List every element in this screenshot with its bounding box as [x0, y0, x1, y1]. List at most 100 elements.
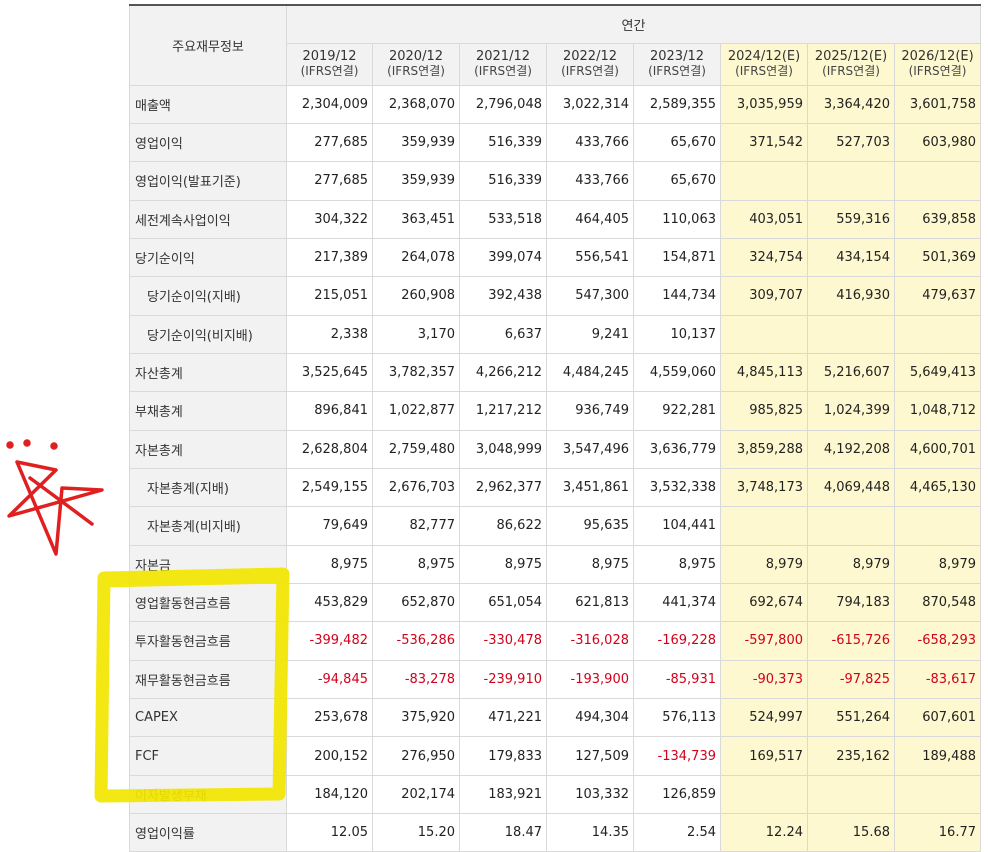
value-cell: -615,726 [807, 621, 895, 661]
value-cell: 1,024,399 [807, 391, 895, 431]
value-cell: -97,825 [807, 659, 895, 700]
value-cell: 86,622 [459, 506, 547, 546]
column-basis: (IFRS연결) [474, 64, 532, 78]
value-cell [807, 774, 895, 815]
value-cell: 3,782,357 [372, 352, 460, 393]
value-cell: 434,154 [807, 237, 895, 278]
value-cell: 692,674 [720, 582, 808, 623]
value-cell: 3,022,314 [546, 84, 634, 124]
value-cell: -83,617 [894, 659, 981, 700]
value-cell: 277,685 [286, 122, 373, 163]
value-cell: 375,920 [372, 697, 460, 738]
value-cell: 501,369 [894, 237, 981, 278]
row-label: 영업활동현금흐름 [129, 582, 287, 623]
value-cell: 551,264 [807, 697, 895, 738]
value-cell: 110,063 [633, 199, 721, 239]
value-cell: 200,152 [286, 736, 373, 776]
value-cell: -536,286 [372, 621, 460, 661]
value-cell: 359,939 [372, 161, 460, 201]
value-cell: 14.35 [546, 813, 634, 852]
value-cell: 179,833 [459, 736, 547, 776]
value-cell: 922,281 [633, 391, 721, 431]
value-cell: 15.68 [807, 813, 895, 852]
value-cell: 276,950 [372, 736, 460, 776]
metric-column-header: 주요재무정보 [129, 4, 287, 86]
value-cell: 3,035,959 [720, 84, 808, 124]
column-year: 2025/12(E) [814, 49, 888, 64]
table-row: 자본총계(비지배) 79,649 82,777 86,622 95,635 104,441 [129, 506, 981, 546]
value-cell: 471,221 [459, 697, 547, 738]
value-cell [807, 506, 895, 546]
value-cell: 3,532,338 [633, 467, 721, 508]
value-cell: 399,074 [459, 237, 547, 278]
value-cell: 65,670 [633, 122, 721, 163]
value-cell: 4,266,212 [459, 352, 547, 393]
value-cell: 2,549,155 [286, 467, 373, 508]
row-label: 자본총계(비지배) [129, 506, 287, 546]
value-cell: -169,228 [633, 621, 721, 661]
year-column-header: 2022/12 (IFRS연결) [546, 42, 634, 86]
column-year: 2023/12 [649, 49, 704, 64]
value-cell: 104,441 [633, 506, 721, 546]
row-label: 당기순이익 [129, 237, 287, 278]
value-cell: 4,600,701 [894, 429, 981, 469]
value-cell: 524,997 [720, 697, 808, 738]
annual-section-header: 연간 [286, 4, 981, 44]
value-cell: 556,541 [546, 237, 634, 278]
table-row: 매출액 2,304,009 2,368,070 2,796,048 3,022,314 2… [129, 84, 981, 124]
value-cell: 371,542 [720, 122, 808, 163]
value-cell: 433,766 [546, 122, 634, 163]
table-row: 투자활동현금흐름 -399,482 -536,286 -330,478 -316,028… [129, 621, 981, 661]
value-cell: 79,649 [286, 506, 373, 546]
value-cell: -193,900 [546, 659, 634, 700]
year-column-header: 2019/12 (IFRS연결) [286, 42, 373, 86]
value-cell: 82,777 [372, 506, 460, 546]
value-cell: 5,216,607 [807, 352, 895, 393]
row-label: FCF [129, 736, 287, 776]
value-cell: 527,703 [807, 122, 895, 163]
value-cell: 264,078 [372, 237, 460, 278]
row-label: 자산총계 [129, 352, 287, 393]
value-cell: 464,405 [546, 199, 634, 239]
value-cell [807, 314, 895, 354]
value-cell: 8,979 [720, 544, 808, 584]
value-cell: 479,637 [894, 276, 981, 316]
value-cell: 896,841 [286, 391, 373, 431]
value-cell: 533,518 [459, 199, 547, 239]
value-cell: 184,120 [286, 774, 373, 815]
value-cell: 453,829 [286, 582, 373, 623]
value-cell: 2,759,480 [372, 429, 460, 469]
year-column-header: 2021/12 (IFRS연결) [459, 42, 547, 86]
value-cell: 1,022,877 [372, 391, 460, 431]
value-cell: 3,636,779 [633, 429, 721, 469]
value-cell: 18.47 [459, 813, 547, 852]
value-cell: 516,339 [459, 122, 547, 163]
year-column-header: 2025/12(E) (IFRS연결) [807, 42, 895, 86]
value-cell: 103,332 [546, 774, 634, 815]
value-cell: 441,374 [633, 582, 721, 623]
value-cell: 5,649,413 [894, 352, 981, 393]
row-label: 자본총계(지배) [129, 467, 287, 508]
value-cell: 3,170 [372, 314, 460, 354]
value-cell: 363,451 [372, 199, 460, 239]
column-year: 2024/12(E) [727, 49, 801, 64]
value-cell: -239,910 [459, 659, 547, 700]
table-row: 세전계속사업이익 304,322 363,451 533,518 464,405 110,… [129, 199, 981, 239]
value-cell: 2,338 [286, 314, 373, 354]
row-label: 부채총계 [129, 391, 287, 431]
value-cell: 433,766 [546, 161, 634, 201]
value-cell: -399,482 [286, 621, 373, 661]
value-cell: 127,509 [546, 736, 634, 776]
value-cell [894, 314, 981, 354]
table-row: 자본총계 2,628,804 2,759,480 3,048,999 3,547,496… [129, 429, 981, 469]
table-row: CAPEX 253,678 375,920 471,221 494,304 576,113… [129, 697, 981, 738]
column-year: 2019/12 [302, 49, 357, 64]
value-cell: 12.05 [286, 813, 373, 852]
value-cell: 6,637 [459, 314, 547, 354]
value-cell [720, 774, 808, 815]
table-row: 자산총계 3,525,645 3,782,357 4,266,212 4,484,245… [129, 352, 981, 393]
value-cell: 169,517 [720, 736, 808, 776]
value-cell: 8,975 [286, 544, 373, 584]
value-cell: -597,800 [720, 621, 808, 661]
value-cell: 189,488 [894, 736, 981, 776]
